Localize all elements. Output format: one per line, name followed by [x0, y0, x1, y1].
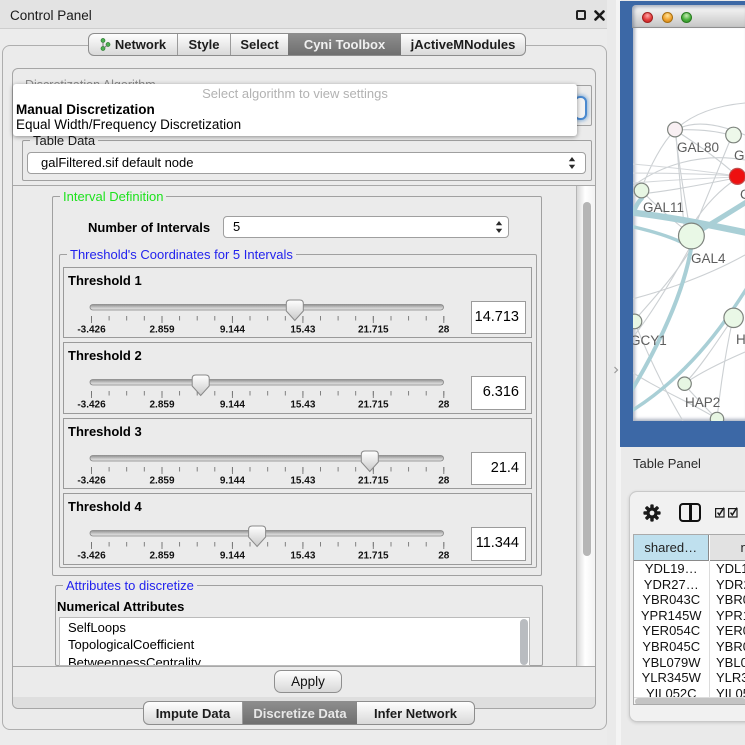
svg-text:HAP2: HAP2 [685, 395, 720, 410]
svg-text:-3.426: -3.426 [77, 551, 106, 562]
svg-text:GAL4: GAL4 [691, 251, 726, 266]
svg-text:28: 28 [438, 551, 450, 562]
svg-text:15.43: 15.43 [290, 551, 315, 562]
svg-text:-3.426: -3.426 [77, 324, 106, 335]
svg-text:2.859: 2.859 [149, 551, 174, 562]
svg-text:GAL80: GAL80 [677, 140, 719, 155]
svg-text:9.144: 9.144 [220, 551, 245, 562]
svg-text:2.859: 2.859 [149, 475, 174, 486]
svg-text:GAL11: GAL11 [643, 200, 684, 215]
svg-text:28: 28 [438, 400, 450, 411]
svg-text:H: H [736, 332, 745, 347]
svg-text:9.144: 9.144 [220, 400, 245, 411]
svg-text:15.43: 15.43 [290, 324, 315, 335]
svg-text:21.715: 21.715 [358, 551, 389, 562]
svg-text:C: C [740, 187, 745, 202]
svg-text:28: 28 [438, 324, 450, 335]
svg-text:GCY1: GCY1 [633, 333, 667, 348]
svg-text:15.43: 15.43 [290, 475, 315, 486]
svg-text:21.715: 21.715 [358, 400, 389, 411]
svg-text:9.144: 9.144 [220, 475, 245, 486]
svg-text:9.144: 9.144 [220, 324, 245, 335]
svg-text:15.43: 15.43 [290, 400, 315, 411]
svg-text:G.: G. [734, 148, 745, 163]
svg-text:-3.426: -3.426 [77, 400, 106, 411]
svg-text:2.859: 2.859 [149, 324, 174, 335]
svg-text:2.859: 2.859 [149, 400, 174, 411]
svg-text:21.715: 21.715 [358, 475, 389, 486]
svg-text:21.715: 21.715 [358, 324, 389, 335]
svg-text:-3.426: -3.426 [77, 475, 106, 486]
svg-text:28: 28 [438, 475, 450, 486]
